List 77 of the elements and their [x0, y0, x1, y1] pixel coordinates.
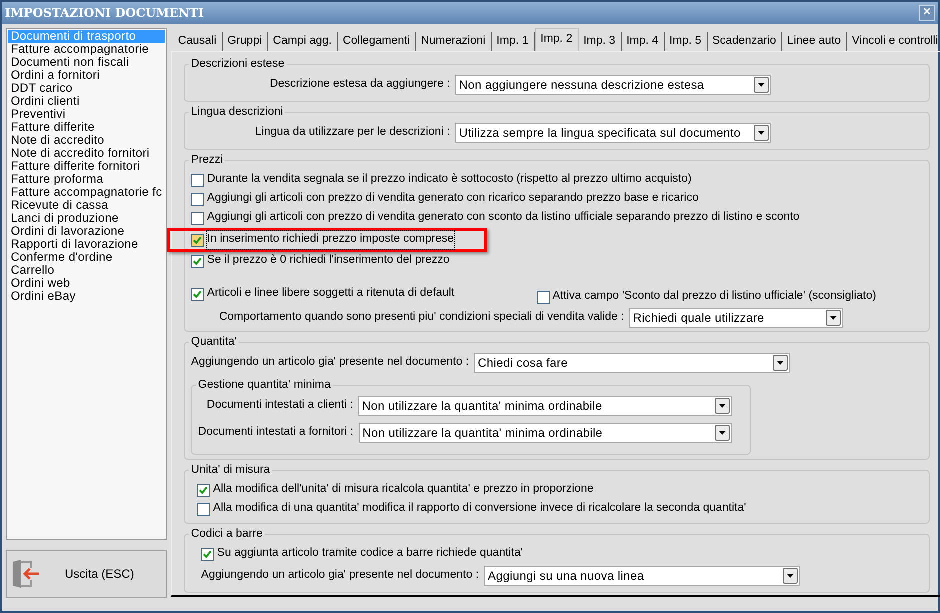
list-item[interactable]: Documenti non fiscali [8, 56, 166, 69]
checkbox-label: Alla modifica dell'unita' di misura ricalcola quantita' e prezzo in proporzione [213, 482, 594, 498]
tab[interactable]: Causali [173, 32, 223, 51]
list-item[interactable]: Fatture proforma [8, 173, 166, 186]
exit-button[interactable]: Uscita (ESC) [6, 550, 168, 598]
dropdown[interactable]: Chiedi cosa fare [474, 353, 790, 373]
dropdown[interactable]: Non utilizzare la quantita' minima ordinabile [358, 423, 732, 443]
tab[interactable]: Vincoli e controlli [847, 32, 940, 51]
tab[interactable]: Gruppi [222, 32, 268, 51]
list-item[interactable]: Ordini clienti [8, 95, 166, 108]
window-title: IMPOSTAZIONI DOCUMENTI [5, 5, 204, 22]
checkbox[interactable] [191, 254, 204, 268]
checkbox[interactable] [197, 502, 210, 516]
list-item[interactable]: Conferme d'ordine [8, 251, 166, 264]
dropdown[interactable]: Non aggiungere nessuna descrizione estesa [455, 75, 772, 95]
list-item[interactable]: Ricevute di cassa [8, 199, 166, 212]
checkbox[interactable] [191, 192, 204, 206]
list-item[interactable]: Note di accredito fornitori [8, 147, 166, 160]
list-item[interactable]: DDT carico [8, 82, 166, 95]
checkmark-icon [193, 236, 202, 244]
checkbox-label: Attiva campo 'Sconto dal prezzo di listino ufficiale' (sconsigliato) [552, 289, 876, 304]
checkbox-label: Alla modifica di una quantita' modifica il rapporto di conversione invece di ricalcolare la seconda quantita' [213, 501, 746, 516]
field-label: Documenti intestati a fornitori : [198, 425, 354, 440]
checkbox-label: Durante la vendita segnala se il prezzo indicato è sottocosto (rispetto al prezzo ultimo acquisto) [207, 172, 692, 188]
list-item[interactable]: Lanci di produzione [8, 212, 166, 225]
field-label: Documenti intestati a clienti : [206, 398, 354, 414]
exit-door-icon [11, 558, 41, 590]
list-item[interactable]: Note di accredito [8, 134, 166, 147]
list-item[interactable]: Fatture accompagnatorie [8, 43, 166, 56]
list-item[interactable]: Fatture differite fornitori [8, 160, 166, 173]
group-title: Quantita' [189, 335, 239, 349]
group-title: Gestione quantita' minima [196, 378, 333, 392]
tab[interactable]: Imp. 2 [534, 28, 579, 51]
checkmark-icon [193, 256, 202, 266]
checkbox[interactable] [536, 290, 550, 304]
list-item[interactable]: Fatture accompagnatorie fc [8, 186, 166, 199]
tab[interactable]: Imp. 4 [622, 32, 665, 51]
checkbox[interactable] [201, 548, 214, 560]
checkmark-icon [193, 290, 202, 298]
dropdown[interactable]: Utilizza sempre la lingua specificata sul documento [455, 123, 772, 143]
dropdown[interactable]: Non utilizzare la quantita' minima ordinabile [358, 396, 732, 416]
field-label: Aggiungendo un articolo gia' presente nel documento : [201, 568, 480, 584]
checkbox-label: Aggiungi gli articoli con prezzo di vendita generato con sconto da listino ufficiale separando prezzo di listino e sconto [207, 210, 800, 226]
tab[interactable]: Campi agg. [268, 32, 338, 51]
tab[interactable]: Linee auto [782, 32, 848, 51]
tab[interactable]: Imp. 3 [578, 32, 622, 51]
field-label: Descrizione estesa da aggiungere : [270, 77, 450, 92]
checkbox[interactable] [191, 212, 204, 224]
checkmark-icon [199, 486, 208, 494]
field-label: Lingua da utilizzare per le descrizioni : [255, 125, 450, 140]
checkbox-label: In inserimento richiedi prezzo imposte comprese [207, 231, 454, 249]
checkbox-label: Se il prezzo è 0 richiedi l'inserimento del prezzo [207, 253, 450, 268]
tab[interactable]: Collegamenti [338, 32, 416, 51]
group-title: Lingua descrizioni [189, 105, 286, 119]
tab[interactable]: Scadenzario [708, 32, 782, 51]
list-item[interactable]: Preventivi [8, 108, 166, 121]
tab[interactable]: Numerazioni [416, 32, 492, 51]
dropdown[interactable]: Aggiungi su una nuova linea [484, 566, 800, 586]
list-item[interactable]: Ordini eBay [8, 290, 166, 303]
checkbox-label: Aggiungi gli articoli con prezzo di vendita generato con ricarico separando prezzo base e ricarico [207, 191, 699, 206]
checkbox[interactable] [191, 234, 204, 246]
checkbox-label: Su aggiunta articolo tramite codice a barre richiede quantita' [217, 546, 524, 562]
field-label: Comportamento quando sono presenti piu' condizioni speciali di vendita valide : [219, 310, 624, 326]
list-item[interactable]: Rapporti di lavorazione [8, 238, 166, 251]
checkbox[interactable] [191, 174, 204, 186]
field-label: Aggiungendo un articolo gia' presente nel documento : [191, 355, 470, 370]
dropdown[interactable]: Richiedi quale utilizzare [629, 308, 844, 328]
list-item[interactable]: Carrello [8, 264, 166, 277]
list-item[interactable]: Fatture differite [8, 121, 166, 134]
list-item[interactable]: Ordini di lavorazione [8, 225, 166, 238]
checkbox[interactable] [191, 288, 204, 300]
list-item[interactable]: Ordini a fornitori [8, 69, 166, 82]
checkbox[interactable] [197, 484, 210, 496]
checkmark-icon [203, 550, 212, 558]
tab[interactable]: Imp. 5 [664, 32, 708, 51]
list-item[interactable]: Ordini web [8, 277, 166, 290]
checkbox-label: Articoli e linee libere soggetti a ritenuta di default [207, 286, 455, 302]
